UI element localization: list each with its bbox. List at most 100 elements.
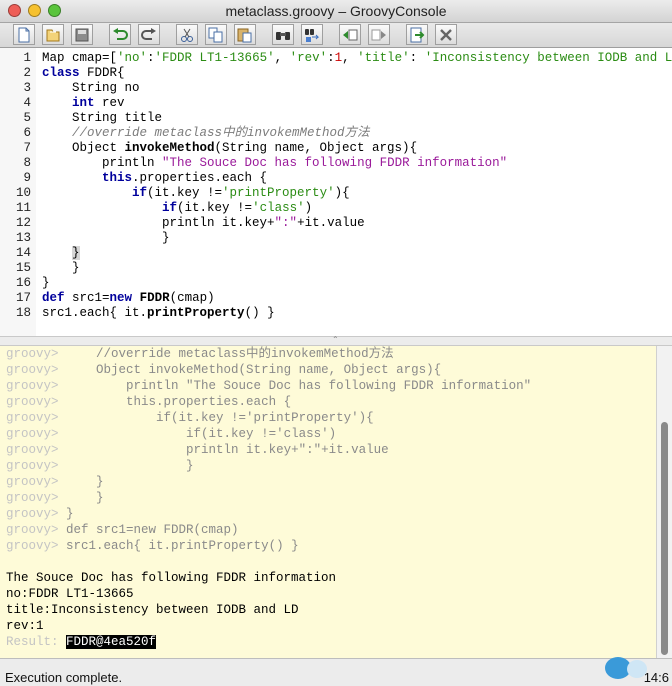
output-console[interactable]: groovy> //override metaclass中的invokemMet…	[0, 346, 656, 658]
code-token: (String name, Object args){	[214, 141, 418, 155]
code-line: Map cmap=['no':'FDDR LT1-13665', 'rev':1…	[42, 51, 672, 66]
paste-icon	[237, 27, 253, 43]
code-line: def src1=new FDDR(cmap)	[42, 291, 215, 306]
history-next-button[interactable]	[368, 24, 390, 45]
console-echo-line: groovy> this.properties.each {	[6, 394, 291, 410]
console-prompt: groovy>	[6, 379, 59, 393]
find-button[interactable]	[272, 24, 294, 45]
code-token: 'FDDR LT1-13665'	[154, 51, 275, 65]
paste-button[interactable]	[234, 24, 256, 45]
console-echo-text: this.properties.each {	[66, 395, 292, 409]
undo-button[interactable]	[109, 24, 131, 45]
console-echo-text: println "The Souce Doc has following FDD…	[66, 379, 532, 393]
console-echo-text: Object invokeMethod(String name, Object …	[66, 363, 442, 377]
code-token: src1.each{ it.	[42, 306, 148, 320]
code-token: }	[42, 261, 80, 275]
code-token: println it.key+	[42, 216, 275, 230]
line-number: 11	[15, 201, 31, 215]
code-line: this.properties.each {	[42, 171, 267, 186]
code-line: String title	[42, 111, 162, 126]
save-file-button[interactable]	[71, 24, 93, 45]
code-token: )	[304, 201, 313, 215]
code-token: 'printProperty'	[222, 186, 335, 200]
window-title: metaclass.groovy – GroovyConsole	[225, 3, 447, 19]
output-scrollbar[interactable]	[656, 346, 672, 658]
console-output-line: The Souce Doc has following FDDR informa…	[6, 571, 337, 585]
code-token: 'title'	[357, 51, 410, 65]
code-token: :	[409, 51, 425, 65]
code-token: if	[132, 186, 148, 200]
console-echo-text: if(it.key !='class')	[66, 427, 337, 441]
code-token: ":"	[274, 216, 298, 230]
split-pane-divider[interactable]: ⌃	[0, 336, 672, 346]
console-output-line: rev:1	[6, 619, 44, 633]
history-previous-button[interactable]	[339, 24, 361, 45]
console-echo-text: println it.key+":"+it.value	[66, 443, 389, 457]
scrollbar-thumb[interactable]	[661, 422, 668, 655]
code-line: }	[42, 261, 80, 276]
code-line: String no	[42, 81, 140, 96]
previous-history-icon	[342, 28, 358, 42]
console-echo-text: src1.each{ it.printProperty() }	[66, 539, 299, 553]
console-echo-text: //override metaclass中的invokemMethod方法	[66, 347, 394, 361]
code-token: rev	[94, 96, 125, 110]
new-file-button[interactable]	[13, 24, 35, 45]
code-token: 'no'	[117, 51, 148, 65]
code-token: :	[327, 51, 335, 65]
interrupt-script-button[interactable]	[435, 24, 457, 45]
scissors-icon	[180, 27, 194, 43]
console-echo-line: groovy> println "The Souce Doc has follo…	[6, 378, 531, 394]
code-token: 'rev'	[289, 51, 328, 65]
save-icon	[75, 28, 89, 42]
execute-script-button[interactable]	[406, 24, 428, 45]
console-output-line: title:Inconsistency between IODB and LD	[6, 603, 299, 617]
code-token: "The Souce Doc has following FDDR inform…	[162, 156, 508, 170]
console-echo-line: groovy> Object invokeMethod(String name,…	[6, 362, 441, 378]
title-bar: metaclass.groovy – GroovyConsole	[0, 0, 672, 23]
console-echo-line: groovy> if(it.key !='printProperty'){	[6, 410, 374, 426]
console-echo-line: groovy> if(it.key !='class')	[6, 426, 336, 442]
copy-button[interactable]	[205, 24, 227, 45]
console-prompt: groovy>	[6, 363, 59, 377]
console-prompt: groovy>	[6, 347, 59, 361]
line-number: 9	[23, 171, 31, 185]
result-label: Result:	[6, 635, 59, 649]
code-line: Object invokeMethod(String name, Object …	[42, 141, 417, 156]
undo-icon	[112, 27, 128, 42]
code-line: //override metaclass中的invokemMethod方法	[42, 126, 370, 141]
console-prompt: groovy>	[6, 459, 59, 473]
line-number: 4	[23, 96, 31, 110]
console-prompt: groovy>	[6, 427, 59, 441]
line-number: 10	[15, 186, 31, 200]
status-bar: Execution complete. 14:6	[0, 658, 672, 686]
line-number: 5	[23, 111, 31, 125]
line-number: 14	[15, 246, 31, 260]
console-echo-line: groovy> def src1=new FDDR(cmap)	[6, 522, 239, 538]
code-token: .properties.each {	[132, 171, 268, 185]
replace-button[interactable]	[301, 24, 323, 45]
code-token: FDDR{	[79, 66, 125, 80]
console-echo-line: groovy> }	[6, 506, 74, 522]
console-echo-text: if(it.key !='printProperty'){	[66, 411, 374, 425]
redo-button[interactable]	[138, 24, 160, 45]
cut-button[interactable]	[176, 24, 198, 45]
console-result-line: Result: FDDR@4ea520f	[6, 634, 157, 650]
copy-icon	[208, 27, 224, 43]
console-prompt: groovy>	[6, 411, 59, 425]
open-file-button[interactable]	[42, 24, 64, 45]
code-token: int	[72, 96, 95, 110]
code-token: invokeMethod	[124, 141, 215, 155]
status-message: Execution complete.	[5, 670, 123, 685]
code-token: ,	[342, 51, 358, 65]
code-token: Map cmap=[	[42, 51, 118, 65]
console-output-line: no:FDDR LT1-13665	[6, 587, 134, 601]
script-editor[interactable]: 1 2 3 4 5 6 7 8 9 10 11 12 13 14 15 16 17 18 Map cmap=['n…	[0, 48, 672, 337]
line-number: 7	[23, 141, 31, 155]
code-line: class FDDR{	[42, 66, 125, 81]
console-echo-line: groovy> //override metaclass中的invokemMet…	[6, 346, 394, 362]
console-prompt: groovy>	[6, 539, 59, 553]
code-token: printProperty	[147, 306, 245, 320]
